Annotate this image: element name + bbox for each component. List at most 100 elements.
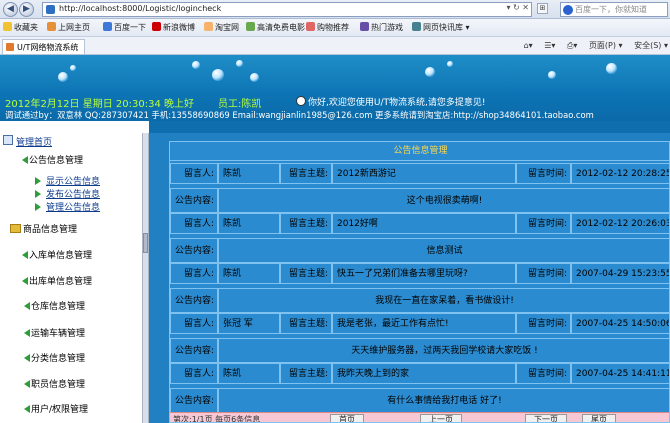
expand-arrow-icon (24, 380, 30, 388)
page-menu[interactable]: 页面(P) ▾ (589, 41, 623, 50)
notice-time-value: 2007-04-29 15:23:55 (571, 263, 669, 284)
panel-title: 公告信息管理 (170, 142, 669, 161)
notice-author-label: 留言人: (170, 363, 218, 384)
mascot-icon (296, 96, 306, 106)
notice-author-label: 留言人: (170, 163, 218, 184)
frame-splitter[interactable] (142, 133, 149, 423)
fav-item-7[interactable]: 网页快讯库 ▾ (412, 22, 470, 33)
back-arrow-icon: ◀ (7, 4, 14, 14)
movie-icon (246, 22, 255, 31)
page-favicon-icon (46, 5, 55, 14)
url-input[interactable]: http://localhost:8000/Logistic/loginchec… (42, 2, 532, 17)
shopping-icon (306, 22, 315, 31)
taobao-icon (204, 22, 213, 31)
feeds-icon[interactable]: ☰▾ (544, 41, 555, 50)
sidebar-group-staff[interactable]: 职员信息管理 (24, 377, 85, 390)
fav-item-2[interactable]: 新浪微博 (152, 22, 195, 33)
favorites-button[interactable]: 收藏夹 (3, 22, 38, 33)
bubble-decoration (548, 71, 556, 79)
sidebar-group-outbound[interactable]: 出库单信息管理 (22, 274, 92, 287)
header-info: 调试通过by：双意林 QQ:287307421 手机:13558690869 E… (5, 110, 594, 120)
fav-item-3[interactable]: 淘宝网 (204, 22, 239, 33)
home-page-icon[interactable]: ⌂▾ (524, 41, 533, 50)
sidebar-item-manage-notice[interactable]: 管理公告信息 (35, 200, 100, 213)
notice-content-label: 公告内容: (170, 288, 218, 313)
refresh-stop-icons[interactable]: ▾ ↻ ✕ (506, 3, 529, 12)
notice-content-value: 信息测试 (218, 238, 669, 263)
notice-subject-label: 留言主题: (280, 263, 332, 284)
notice-author-value: 张冠 军 (218, 313, 280, 334)
header-date: 2012年2月12日 星期日 20:30:34 晚上好 (5, 99, 194, 110)
notice-panel: 公告信息管理 留言人: 陈凯 留言主题: 2012新西游记 留言时间: 2012-02-1… (169, 141, 670, 423)
sidebar-item-publish-notice[interactable]: 发布公告信息 (35, 187, 100, 200)
notice-time-value: 2007-04-25 14:50:06 (571, 313, 669, 334)
splitter-handle[interactable] (143, 233, 148, 253)
forward-button[interactable]: ▶ (19, 2, 34, 17)
notice-time-label: 留言时间: (516, 363, 571, 384)
notice-time-value: 2012-02-12 20:26:03 (571, 213, 669, 234)
back-button[interactable]: ◀ (3, 2, 18, 17)
fav-item-4[interactable]: 高清免费电影 (246, 22, 305, 33)
bubble-decoration (58, 72, 68, 82)
notice-subject-label: 留言主题: (280, 163, 332, 184)
notice-time-value: 2012-02-12 20:28:25 (571, 163, 669, 184)
expand-arrow-icon (22, 251, 28, 259)
favorites-bar: 收藏夹 上网主页 百度一下 新浪微博 淘宝网 高清免费电影 购物推荐 热门游戏 … (0, 19, 670, 37)
notice-content-value: 有什么事情给我打电话 好了! (218, 388, 669, 413)
page-header: 2012年2月12日 星期日 20:30:34 晚上好 员工:陈凯 你好,欢迎您… (0, 55, 670, 121)
sidebar-group-vehicle[interactable]: 运输车辆管理 (24, 326, 85, 339)
notice-subject-label: 留言主题: (280, 313, 332, 334)
sidebar-group-inbound[interactable]: 入库单信息管理 (22, 248, 92, 261)
bubble-decoration (606, 63, 617, 74)
sidebar-group-notice[interactable]: 公告信息管理 (22, 153, 83, 166)
expand-arrow-icon (22, 156, 28, 164)
bubble-decoration (447, 61, 453, 67)
notice-content-value: 这个电视很卖萌啊! (218, 188, 669, 213)
sidebar-home[interactable]: 管理首页 (0, 133, 142, 149)
games-icon (360, 22, 369, 31)
fav-item-1[interactable]: 百度一下 (103, 22, 146, 33)
sidebar-home-link[interactable]: 管理首页 (16, 135, 52, 148)
sidebar-group-category[interactable]: 分类信息管理 (24, 351, 85, 364)
sidebar-group-user-auth[interactable]: 用户/权限管理 (24, 402, 88, 415)
sidebar-item-show-notice[interactable]: 显示公告信息 (35, 174, 100, 187)
home-icon (47, 22, 56, 31)
pager-text: 第次:1/1页 每页6条信息 (173, 415, 261, 423)
expand-arrow-icon (22, 277, 28, 285)
expand-arrow-icon (24, 329, 30, 337)
notice-author-label: 留言人: (170, 213, 218, 234)
notice-subject-value: 2012新西游记 (332, 163, 516, 184)
bubble-decoration (250, 73, 259, 82)
prev-page-button[interactable]: 上一页 (420, 414, 462, 422)
sidebar-group-goods[interactable]: 商品信息管理 (10, 222, 77, 235)
web-slice-icon (412, 22, 421, 31)
expand-arrow-icon (24, 354, 30, 362)
tab-active[interactable]: U/T网络物流系统 (2, 39, 86, 54)
star-icon (3, 22, 12, 31)
notice-subject-value: 快五一了兄弟们准备去哪里玩呀? (332, 263, 516, 284)
notice-content-value: 天天维护服务器，过两天我回学校请大家吃饭 ! (218, 338, 669, 363)
notice-time-value: 2007-04-25 14:41:11 (571, 363, 669, 384)
next-page-button[interactable]: 下一页 (525, 414, 567, 422)
notice-author-label: 留言人: (170, 263, 218, 284)
notice-time-label: 留言时间: (516, 263, 571, 284)
compat-view-icon[interactable]: ⊞ (537, 3, 548, 14)
first-page-button[interactable]: 首页 (330, 414, 364, 422)
notice-subject-label: 留言主题: (280, 213, 332, 234)
main-content: 公告信息管理 留言人: 陈凯 留言主题: 2012新西游记 留言时间: 2012-02-1… (149, 121, 670, 423)
last-page-button[interactable]: 尾页 (582, 414, 616, 422)
fav-item-0[interactable]: 上网主页 (47, 22, 90, 33)
command-bar: ⌂▾ ☰▾ ⎙▾ 页面(P) ▾ 安全(S) ▾ (515, 40, 668, 51)
main-top-strip (149, 121, 670, 133)
print-icon[interactable]: ⎙▾ (567, 41, 577, 50)
bullet-arrow-icon (35, 190, 41, 198)
bubble-decoration (192, 61, 200, 69)
fav-item-5[interactable]: 购物推荐 (306, 22, 349, 33)
sidebar-group-warehouse[interactable]: 仓库信息管理 (24, 299, 85, 312)
safety-menu[interactable]: 安全(S) ▾ (634, 41, 668, 50)
fav-item-6[interactable]: 热门游戏 (360, 22, 403, 33)
search-input[interactable]: 百度一下，你就知道 (560, 2, 668, 17)
search-placeholder: 百度一下，你就知道 (575, 5, 647, 14)
sidebar: 管理首页 公告信息管理 显示公告信息 发布公告信息 管理公告信息 商品信息管理 … (0, 133, 142, 423)
notice-author-value: 陈凯 (218, 213, 280, 234)
